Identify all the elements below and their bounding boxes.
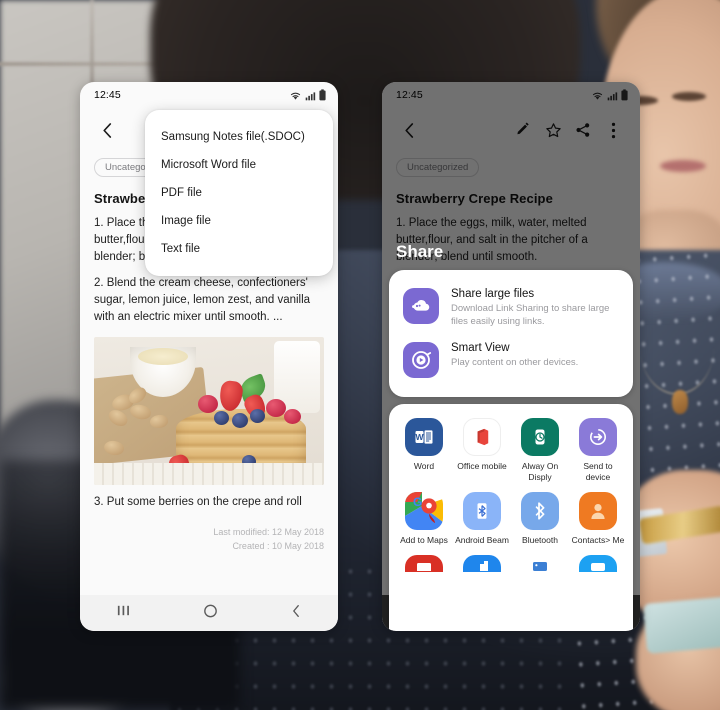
note-last-modified: Last modified: 12 May 2018 [213,527,324,537]
status-icon-group [289,89,326,101]
bg-necklace-chain [640,300,714,395]
recents-icon [117,605,129,616]
share-option-text: Share large files Download Link Sharing … [451,288,619,328]
bg-lips [660,160,706,172]
share-option-subtitle: Play content on other devices. [451,357,579,368]
share-option-title: Smart View [451,342,510,354]
share-app-always-on-display[interactable]: Alway On Disply [511,418,569,483]
share-app-word[interactable]: W Word [395,418,453,483]
app-label: Add to Maps [400,535,448,545]
app-label: Bluetooth [522,535,558,545]
contacts-icon [579,492,617,530]
share-option-smart-view[interactable]: Smart View Play content on other devices… [389,335,633,385]
back-button[interactable] [92,115,122,145]
left-phone-screen: 12:45 Uncategorized Strawberry 1. Place … [80,82,338,631]
nav-recents-button[interactable] [115,603,132,623]
note-photo-crepes[interactable] [94,337,324,485]
app-label: Alway On Disply [521,461,559,482]
share-app-android-beam[interactable]: Android Beam [453,492,511,546]
menu-item-word[interactable]: Microsoft Word file [145,151,333,179]
status-time: 12:45 [94,89,121,101]
menu-item-sdoc[interactable]: Samsung Notes file(.SDOC) [145,123,333,151]
share-option-text: Smart View Play content on other devices… [451,342,578,369]
svg-text:G: G [413,495,422,509]
chevron-left-icon [102,122,111,138]
share-app-send-to-device[interactable]: Send to device [569,418,627,483]
share-app-gmail-partial[interactable] [395,555,453,572]
note-created: Created : 10 May 2018 [232,541,324,551]
share-app-messenger-partial[interactable] [453,555,511,572]
wifi-icon [290,92,301,100]
telegram-icon [521,555,559,572]
share-suggestions-card: Share large files Download Link Sharing … [389,270,633,397]
note-paragraph-2: 2. Blend the cream cheese, confectioners… [94,277,311,323]
gmail-icon [405,555,443,572]
share-app-telegram-partial[interactable] [511,555,569,572]
app-label: Contacts> Me [571,535,625,545]
share-apps-card: W Word Office mobile Alway On Disply Sen… [389,404,633,631]
always-on-display-icon [521,418,559,456]
link-sharing-cloud-icon [403,288,439,324]
share-option-subtitle: Download Link Sharing to share large fil… [451,303,610,327]
microsoft-office-icon [463,418,501,456]
svg-text:W: W [415,432,424,442]
note-meta: Last modified: 12 May 2018 Created : 10 … [94,525,324,561]
share-sheet-heading: Share [396,242,444,261]
share-app-office-mobile[interactable]: Office mobile [453,418,511,483]
twitter-icon [579,555,617,572]
share-app-add-to-maps[interactable]: G Add to Maps [395,492,453,546]
share-app-twitter-partial[interactable] [569,555,627,572]
smart-view-icon [403,342,439,378]
back-chevron-icon [293,604,299,617]
left-status-bar: 12:45 [80,82,338,108]
menu-item-text[interactable]: Text file [145,235,333,263]
signal-icon [305,91,316,100]
send-to-device-icon [579,418,617,456]
app-label: Android Beam [455,535,509,545]
right-phone-screen: 12:45 [382,82,640,631]
nav-back-button[interactable] [289,603,303,624]
microsoft-word-icon: W [405,418,443,456]
google-maps-icon: G [405,492,443,530]
bg-necklace-pendant [672,390,688,414]
bg-phone-in-hand [642,596,720,654]
nav-home-button[interactable] [202,603,219,624]
export-format-menu[interactable]: Samsung Notes file(.SDOC) Microsoft Word… [145,110,333,276]
menu-item-image[interactable]: Image file [145,207,333,235]
battery-icon [319,89,326,101]
note-paragraph-3: 3. Put some berries on the crepe and rol… [94,496,302,508]
left-nav-bar [80,595,338,631]
share-app-contacts-me[interactable]: Contacts> Me [569,492,627,546]
share-option-title: Share large files [451,288,535,300]
bluetooth-icon [521,492,559,530]
messenger-icon [463,555,501,572]
share-app-grid: W Word Office mobile Alway On Disply Sen… [389,418,633,572]
bg-eye-right [672,92,706,101]
share-option-link-sharing[interactable]: Share large files Download Link Sharing … [389,281,633,335]
app-label: Office mobile [457,461,507,471]
menu-item-pdf[interactable]: PDF file [145,179,333,207]
home-icon [204,604,217,617]
android-beam-icon [463,492,501,530]
share-app-bluetooth[interactable]: Bluetooth [511,492,569,546]
app-label: Send to device [583,461,613,482]
app-label: Word [413,461,435,471]
